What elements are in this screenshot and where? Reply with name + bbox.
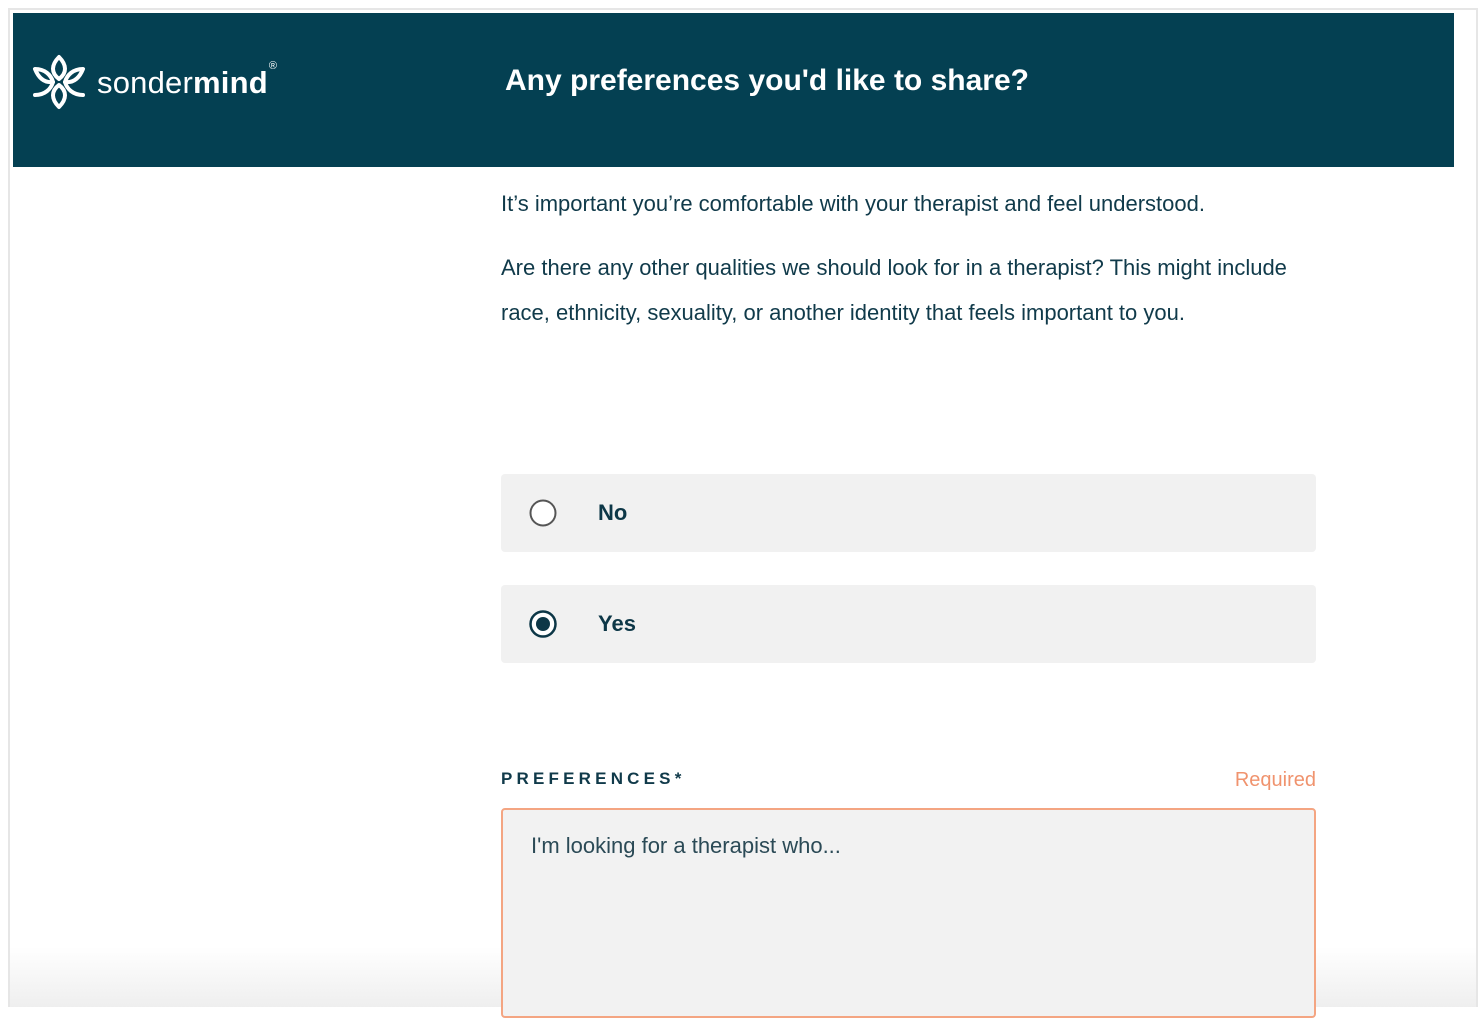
preferences-textarea[interactable]: [501, 808, 1316, 1018]
sondermind-flower-icon: [33, 55, 85, 109]
intro-text: It’s important you’re comfortable with y…: [501, 191, 1205, 216]
option-label: Yes: [598, 611, 636, 636]
brand-logo[interactable]: sondermind®: [31, 53, 277, 111]
main-content: It’s important you’re comfortable with y…: [501, 190, 1317, 335]
registered-mark: ®: [268, 59, 278, 72]
required-indicator: Required: [1234, 769, 1316, 791]
page-title: Any preferences you'd like to share?: [505, 64, 1029, 97]
brand-name-light: sonder: [97, 64, 193, 100]
preferences-label: PREFERENCES*: [501, 769, 686, 788]
option-label: No: [598, 500, 628, 525]
radio-selected-icon[interactable]: [529, 610, 557, 638]
option-yes[interactable]: Yes: [501, 585, 1316, 663]
option-no[interactable]: No: [501, 474, 1316, 552]
radio-unselected-icon[interactable]: [529, 499, 557, 527]
question-text: Are there any other qualities we should …: [501, 255, 1287, 325]
brand-name-bold: mind: [193, 64, 268, 100]
brand-wordmark: sondermind®: [97, 60, 277, 100]
header-bar: sondermind® Any preferences you'd like t…: [13, 13, 1454, 167]
